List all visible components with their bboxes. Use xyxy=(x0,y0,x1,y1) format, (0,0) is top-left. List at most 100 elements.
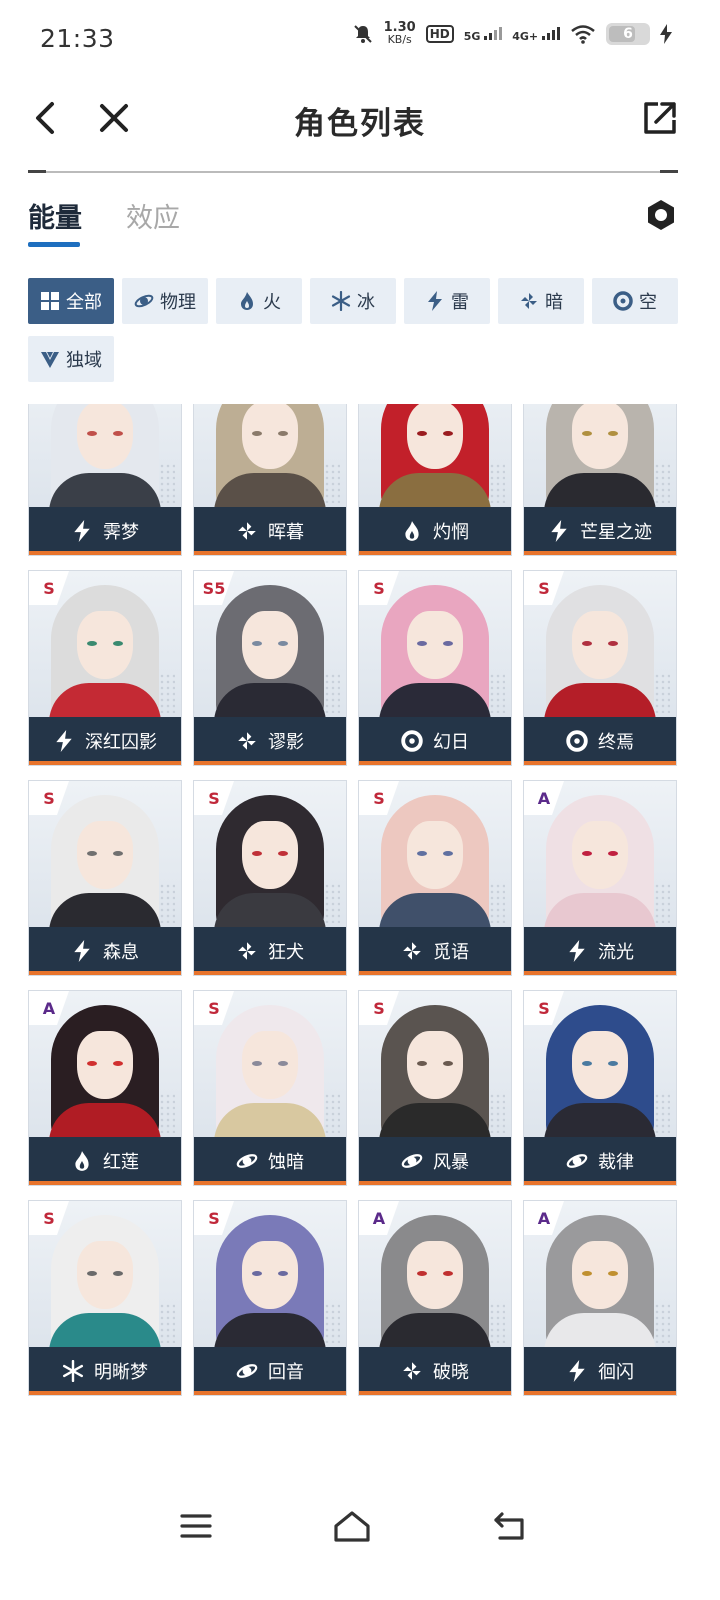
thunder-icon xyxy=(71,940,93,962)
character-card[interactable]: S 深红囚影 xyxy=(28,570,182,766)
character-namebar: 狂犬 xyxy=(194,927,346,975)
namebar-stripe xyxy=(524,551,676,555)
dark-icon xyxy=(236,520,258,542)
mute-icon xyxy=(352,23,374,45)
character-name: 灼惘 xyxy=(433,522,469,543)
namebar-stripe xyxy=(194,761,346,765)
tab-effect[interactable]: 效应 xyxy=(126,196,180,235)
character-namebar: 蚀暗 xyxy=(194,1137,346,1185)
character-name: 芒星之迹 xyxy=(580,522,652,543)
character-namebar: 谬影 xyxy=(194,717,346,765)
fire-icon xyxy=(401,520,423,542)
character-card[interactable]: S 终焉 xyxy=(523,570,677,766)
namebar-stripe xyxy=(29,551,181,555)
character-card[interactable]: S 幻日 xyxy=(358,570,512,766)
character-name: 明晰梦 xyxy=(94,1362,148,1383)
tab-bar: 能量 效应 xyxy=(28,196,688,256)
fire-icon xyxy=(237,291,257,311)
filter-unique[interactable]: 独域 xyxy=(28,336,114,382)
character-namebar: 明晰梦 xyxy=(29,1347,181,1395)
filter-thunder[interactable]: 雷 xyxy=(404,278,490,324)
character-namebar: 深红囚影 xyxy=(29,717,181,765)
character-card[interactable]: S 风暴 xyxy=(358,990,512,1186)
physical-icon xyxy=(236,1150,258,1172)
character-name: 觅语 xyxy=(433,942,469,963)
namebar-stripe xyxy=(29,761,181,765)
character-card[interactable]: 芒星之迹 xyxy=(523,404,677,556)
filter-ice[interactable]: 冰 xyxy=(310,278,396,324)
character-card[interactable]: 霁梦 xyxy=(28,404,182,556)
void-icon xyxy=(566,730,588,752)
back-nav-icon[interactable] xyxy=(488,1508,532,1544)
character-card[interactable]: A 破晓 xyxy=(358,1200,512,1396)
filter-fire[interactable]: 火 xyxy=(216,278,302,324)
signal-4g-icon: 4G+ xyxy=(512,26,560,43)
character-card[interactable]: 灼惘 xyxy=(358,404,512,556)
character-namebar: 风暴 xyxy=(359,1137,511,1185)
character-card[interactable]: S 森息 xyxy=(28,780,182,976)
character-namebar: 回音 xyxy=(194,1347,346,1395)
namebar-stripe xyxy=(194,971,346,975)
character-namebar: 霁梦 xyxy=(29,507,181,555)
character-name: 破晓 xyxy=(433,1362,469,1383)
character-namebar: 觅语 xyxy=(359,927,511,975)
character-namebar: 森息 xyxy=(29,927,181,975)
character-name: 晖暮 xyxy=(268,522,304,543)
page-title: 角色列表 xyxy=(294,106,426,142)
signal-5g-icon: 5G xyxy=(464,26,503,43)
tab-underline xyxy=(28,242,80,247)
character-namebar: 灼惘 xyxy=(359,507,511,555)
filter-dark[interactable]: 暗 xyxy=(498,278,584,324)
namebar-stripe xyxy=(194,1391,346,1395)
header: 角色列表 xyxy=(0,80,720,170)
namebar-stripe xyxy=(524,761,676,765)
character-namebar: 晖暮 xyxy=(194,507,346,555)
thunder-icon xyxy=(425,291,445,311)
status-bar: 21:33 1.30 KB/s HD 5G 4G+ 6 xyxy=(0,0,720,80)
character-card[interactable]: S5 谬影 xyxy=(193,570,347,766)
namebar-stripe xyxy=(359,551,511,555)
void-icon xyxy=(613,291,633,311)
filter-void[interactable]: 空 xyxy=(592,278,678,324)
namebar-stripe xyxy=(194,551,346,555)
menu-icon[interactable] xyxy=(174,1508,218,1544)
character-card[interactable]: S 明晰梦 xyxy=(28,1200,182,1396)
character-card[interactable]: A 流光 xyxy=(523,780,677,976)
character-name: 回音 xyxy=(268,1362,304,1383)
charging-icon xyxy=(660,24,672,44)
character-card[interactable]: A 红莲 xyxy=(28,990,182,1186)
filter-all[interactable]: 全部 xyxy=(28,278,114,324)
hd-icon: HD xyxy=(425,25,454,43)
share-icon[interactable] xyxy=(640,98,680,138)
character-card[interactable]: S 狂犬 xyxy=(193,780,347,976)
character-namebar: 破晓 xyxy=(359,1347,511,1395)
namebar-stripe xyxy=(524,971,676,975)
void-icon xyxy=(401,730,423,752)
system-nav-bar xyxy=(0,1490,720,1570)
character-card[interactable]: S 觅语 xyxy=(358,780,512,976)
character-name: 徊闪 xyxy=(598,1362,634,1383)
namebar-stripe xyxy=(359,1391,511,1395)
character-name: 裁律 xyxy=(598,1152,634,1173)
character-grid: 霁梦 晖暮 灼惘 芒星之迹 S 深红囚影 S5 谬影 S 幻日 S 终焉 S 森息 S 狂犬 S 觅语 A 流光 A 红莲… xyxy=(28,404,678,1414)
battery-icon: 6 xyxy=(606,23,650,45)
character-card[interactable]: S 裁律 xyxy=(523,990,677,1186)
character-name: 流光 xyxy=(598,942,634,963)
ice-icon xyxy=(62,1360,84,1382)
character-namebar: 裁律 xyxy=(524,1137,676,1185)
character-card[interactable]: A 徊闪 xyxy=(523,1200,677,1396)
character-portrait xyxy=(524,404,676,509)
hex-settings-icon[interactable] xyxy=(644,198,678,232)
home-icon[interactable] xyxy=(330,1508,374,1544)
character-namebar: 流光 xyxy=(524,927,676,975)
thunder-icon xyxy=(71,520,93,542)
character-card[interactable]: S 蚀暗 xyxy=(193,990,347,1186)
character-name: 霁梦 xyxy=(103,522,139,543)
tab-energy[interactable]: 能量 xyxy=(28,196,82,235)
filter-physical[interactable]: 物理 xyxy=(122,278,208,324)
header-divider xyxy=(28,170,678,173)
thunder-icon xyxy=(548,520,570,542)
character-card[interactable]: S 回音 xyxy=(193,1200,347,1396)
thunder-icon xyxy=(566,940,588,962)
character-card[interactable]: 晖暮 xyxy=(193,404,347,556)
